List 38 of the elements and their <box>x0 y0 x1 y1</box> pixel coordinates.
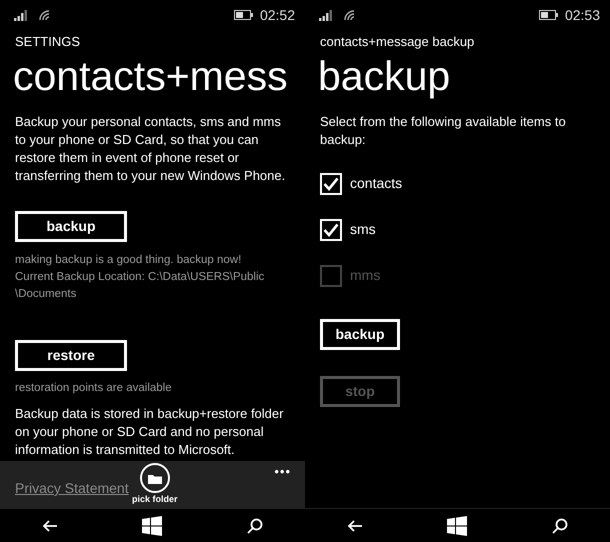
restore-button[interactable]: restore <box>15 340 127 372</box>
search-icon <box>246 518 263 534</box>
pick-folder-button[interactable] <box>140 463 170 493</box>
wifi-icon <box>343 9 357 21</box>
windows-logo-icon <box>142 516 162 536</box>
backup-button[interactable]: backup <box>15 211 127 242</box>
hint-text: Current Backup Location: C:\Data\USERS\Public <box>15 270 266 286</box>
checkbox-label: mms <box>350 266 380 286</box>
back-icon <box>42 520 58 532</box>
privacy-link[interactable]: Privacy Statement <box>15 478 129 499</box>
button-label: pick folder <box>132 493 178 506</box>
signal-icon <box>319 10 335 20</box>
back-icon <box>347 520 364 532</box>
page-title: backup <box>318 54 450 99</box>
battery-icon <box>234 10 254 20</box>
page-title: contacts+mess <box>13 54 288 99</box>
wifi-icon <box>38 9 52 21</box>
battery-icon <box>538 10 559 20</box>
stop-button: stop <box>320 376 400 407</box>
clock-time: 02:52 <box>260 6 295 24</box>
clock-time: 02:53 <box>564 6 600 24</box>
prompt-text: Select from the following available items to backup: <box>319 112 567 149</box>
page-header: SETTINGS <box>15 33 82 51</box>
hint-text: restoration points are available <box>15 381 173 396</box>
search-icon <box>552 518 568 534</box>
hint-text: making backup is a good thing. backup now! <box>15 253 242 268</box>
signal-icon <box>14 10 30 20</box>
page-header: contacts+message backup <box>320 33 476 51</box>
more-button[interactable]: ••• <box>268 461 297 482</box>
checkbox[interactable] <box>320 172 342 195</box>
checkbox[interactable] <box>320 218 342 241</box>
hint-text: \Documents <box>15 286 78 302</box>
windows-logo-icon <box>447 516 468 536</box>
checkbox-label: sms <box>350 220 376 240</box>
description-text: Backup your personal contacts, sms and mms to your phone or SD Card, so that you can restore them in event of phone reset or transferring them to your new Windows Phone. <box>14 112 286 186</box>
backup-button[interactable]: backup <box>320 318 400 350</box>
checkbox-label: contacts <box>350 174 402 194</box>
storage-text: Backup data is stored in backup+restore folder on your phone or SD Card and no personal information is transmitted to Microsoft. <box>14 405 284 460</box>
